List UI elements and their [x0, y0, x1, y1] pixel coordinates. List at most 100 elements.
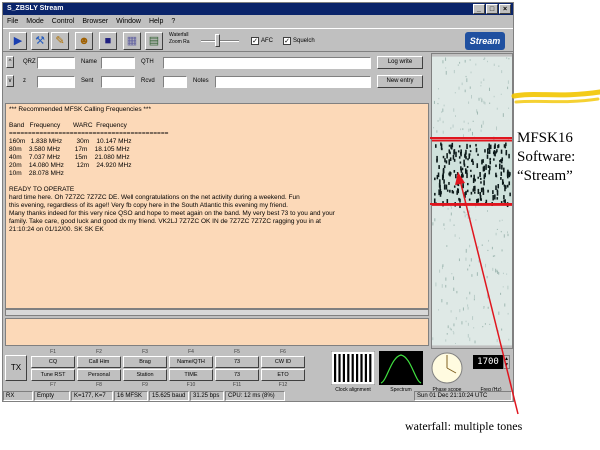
- menu-window[interactable]: Window: [116, 16, 141, 27]
- waterfall-tone-trace: [493, 158, 495, 161]
- f-key-label: F5: [234, 349, 240, 355]
- grid-icon[interactable]: ▦: [123, 32, 141, 50]
- log-down-arrow-icon[interactable]: v: [6, 75, 14, 87]
- waterfall-tone-trace: [453, 149, 455, 155]
- new-entry-button[interactable]: New entry: [377, 75, 423, 88]
- waterfall-noise-speck: [436, 130, 438, 133]
- stop-icon[interactable]: ■: [99, 32, 117, 50]
- title-bar: S_ZBSLY Stream _ □ ×: [3, 3, 513, 15]
- waterfall-noise-speck: [450, 310, 452, 313]
- menu-file[interactable]: File: [7, 16, 18, 27]
- maximize-button[interactable]: □: [486, 4, 498, 14]
- macro-73-button[interactable]: 73: [215, 356, 259, 368]
- waterfall-noise-speck: [473, 298, 475, 301]
- tx-button[interactable]: TX: [5, 355, 27, 381]
- waterfall-tone-trace: [489, 161, 492, 165]
- notes-field[interactable]: [215, 76, 371, 88]
- rx-line: [9, 114, 425, 122]
- macro-time-button[interactable]: TIME: [169, 369, 213, 381]
- log-up-arrow-icon[interactable]: ^: [6, 56, 14, 68]
- waterfall-tone-trace: [488, 147, 490, 150]
- waterfall-tone-trace: [488, 170, 491, 175]
- waterfall-noise-speck: [472, 316, 474, 320]
- frequency-spinner-icon[interactable]: ▲ ▼: [503, 355, 510, 369]
- rcvd-field[interactable]: [163, 76, 187, 88]
- waterfall-tone-trace: [497, 184, 500, 189]
- waterfall-noise-speck: [467, 333, 469, 338]
- receive-horizontal-scrollbar[interactable]: [5, 309, 429, 316]
- document-icon[interactable]: ▤: [145, 32, 163, 50]
- notes-label: Notes: [193, 78, 209, 84]
- waterfall-noise-speck: [467, 268, 469, 271]
- waterfall-tone-trace: [446, 153, 448, 159]
- waterfall-display[interactable]: [431, 53, 513, 349]
- macro-call-him-button[interactable]: Call Him: [77, 356, 121, 368]
- waterfall-noise-speck: [474, 340, 476, 344]
- waterfall-noise-speck: [475, 219, 477, 221]
- afc-checkbox[interactable]: ✓ AFC: [251, 37, 273, 45]
- macro-eto-button[interactable]: ETO: [261, 369, 305, 381]
- clock-alignment-bar: [351, 354, 354, 382]
- macro-name-qth-button[interactable]: Name/QTH: [169, 356, 213, 368]
- log-write-button[interactable]: Log write: [377, 56, 423, 69]
- waterfall-noise-speck: [487, 60, 488, 63]
- macro-cq-button[interactable]: CQ: [31, 356, 75, 368]
- waterfall-noise-speck: [483, 307, 485, 309]
- person-icon[interactable]: ☻: [75, 32, 93, 50]
- waterfall-tone-trace: [434, 192, 436, 196]
- waterfall-noise-speck: [470, 71, 472, 74]
- waterfall-tone-trace: [477, 198, 480, 203]
- menu-control[interactable]: Control: [52, 16, 75, 27]
- rx-line: 160m 1.838 MHz 30m 10.147 MHz: [9, 138, 132, 145]
- waterfall-noise-speck: [453, 287, 455, 291]
- macro-tune-rst-button[interactable]: Tune RST: [31, 369, 75, 381]
- sent-field[interactable]: [101, 76, 135, 88]
- transmit-text-area[interactable]: [5, 318, 429, 346]
- waterfall-tone-trace: [449, 189, 451, 193]
- f-key-label: F2: [96, 349, 102, 355]
- menu-about[interactable]: ?: [171, 16, 175, 27]
- qth-field[interactable]: [163, 57, 371, 69]
- play-icon[interactable]: ▶: [9, 32, 27, 50]
- waterfall-noise-speck: [468, 210, 470, 214]
- waterfall-noise-speck: [454, 234, 456, 237]
- name-field[interactable]: [101, 57, 135, 69]
- waterfall-noise-speck: [498, 311, 500, 315]
- rx-line: Band Frequency WARC Frequency: [9, 122, 127, 129]
- waterfall-noise-speck: [451, 273, 453, 275]
- log-icon[interactable]: ✎: [51, 32, 69, 50]
- waterfall-noise-speck: [465, 257, 467, 261]
- close-button[interactable]: ×: [499, 4, 511, 14]
- macro-station-button[interactable]: Station: [123, 369, 167, 381]
- menu-browser[interactable]: Browser: [82, 16, 108, 27]
- qrz-field[interactable]: [37, 57, 75, 69]
- waterfall-tone-trace: [469, 150, 472, 153]
- macro-73-bottom-button[interactable]: 73: [215, 369, 259, 381]
- waterfall-noise-speck: [447, 207, 449, 210]
- minimize-button[interactable]: _: [473, 4, 485, 14]
- zoom-slider-thumb[interactable]: [215, 34, 220, 47]
- waterfall-noise-speck: [478, 259, 480, 263]
- macro-brag-button[interactable]: Brag: [123, 356, 167, 368]
- software-caption: MFSK16 Software: “Stream”: [517, 129, 599, 186]
- macro-personal-button[interactable]: Personal: [77, 369, 121, 381]
- waterfall-tone-trace: [504, 199, 506, 205]
- tools-icon[interactable]: ⚒: [31, 32, 49, 50]
- waterfall-noise-speck: [439, 117, 441, 121]
- rst-field[interactable]: [37, 76, 75, 88]
- receive-text-area[interactable]: *** Recommended MFSK Calling Frequencies…: [5, 103, 429, 309]
- waterfall-noise-speck: [443, 104, 445, 107]
- menu-mode[interactable]: Mode: [26, 16, 44, 27]
- zoom-slider-track[interactable]: [201, 40, 239, 42]
- macro-keys-panel: TX F1 F2 F3 F4 F5 F6 CQ Call Him Brag Na…: [5, 349, 319, 388]
- macro-cw-id-button[interactable]: CW ID: [261, 356, 305, 368]
- waterfall-tone-trace: [433, 198, 436, 203]
- menu-help[interactable]: Help: [149, 16, 163, 27]
- waterfall-tone-trace: [442, 172, 444, 179]
- waterfall-tone-trace: [440, 142, 442, 146]
- squelch-checkbox[interactable]: ✓ Squelch: [283, 37, 315, 45]
- waterfall-tone-trace: [475, 147, 478, 153]
- waterfall-noise-speck: [442, 120, 444, 124]
- waterfall-tone-trace: [460, 166, 462, 171]
- waterfall-noise-speck: [496, 126, 497, 131]
